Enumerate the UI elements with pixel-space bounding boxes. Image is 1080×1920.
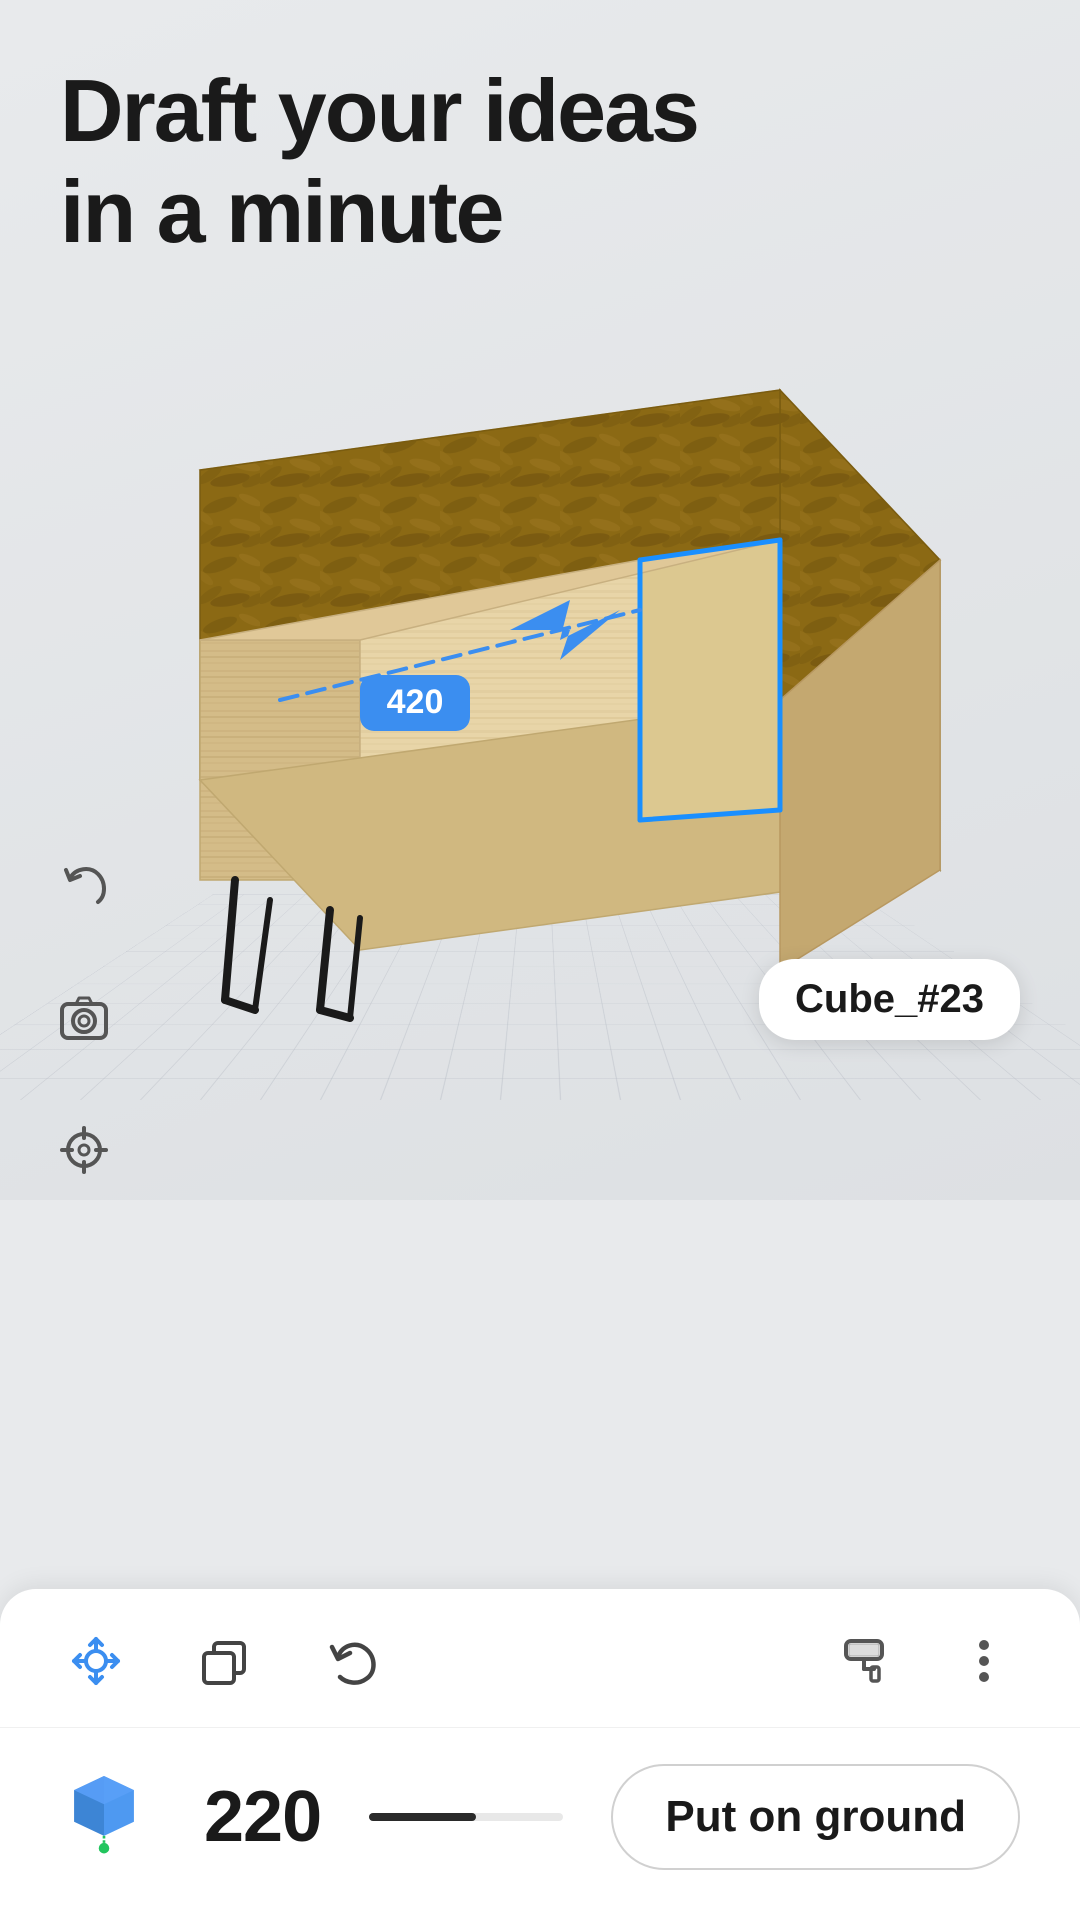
target-button[interactable] <box>48 1114 120 1186</box>
bottom-panel: 220 Put on ground <box>0 1589 1080 1920</box>
property-value: 220 <box>204 1776 321 1858</box>
toolbar-row <box>0 1589 1080 1728</box>
undo-button[interactable] <box>48 850 120 922</box>
toolbar-left <box>60 1625 828 1697</box>
align-button[interactable] <box>828 1625 900 1697</box>
property-bar <box>369 1813 563 1821</box>
screenshot-button[interactable] <box>48 982 120 1054</box>
undo-toolbar-button[interactable] <box>316 1625 388 1697</box>
more-options-button[interactable] <box>948 1625 1020 1697</box>
furniture-model: 420 <box>80 250 1000 1030</box>
property-bar-fill <box>369 1813 476 1821</box>
svg-text:420: 420 <box>387 683 444 721</box>
put-on-ground-button[interactable]: Put on ground <box>611 1764 1020 1870</box>
move-tool-button[interactable] <box>60 1625 132 1697</box>
object-icon <box>60 1769 156 1865</box>
layers-button[interactable] <box>188 1625 260 1697</box>
property-row: 220 Put on ground <box>0 1728 1080 1920</box>
page-title: Draft your ideas in a minute <box>60 60 698 262</box>
toolbar-right <box>828 1625 1020 1697</box>
scene-area: 420 Draft your ideas in a minute <box>0 0 1080 1200</box>
side-toolbar <box>48 850 120 1186</box>
object-name-badge: Cube_#23 <box>759 959 1020 1040</box>
